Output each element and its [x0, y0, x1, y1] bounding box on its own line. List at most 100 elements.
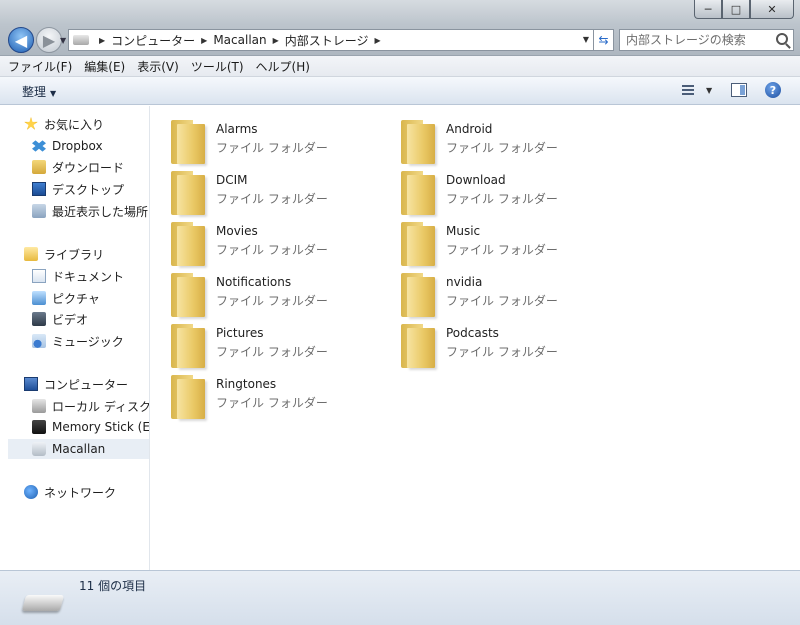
details-pane: 11 個の項目 — [0, 570, 800, 625]
folder-name: Download — [446, 173, 506, 187]
address-bar[interactable]: ▶ コンピューター ▶ Macallan ▶ 内部ストレージ ▶ ▼ — [68, 29, 594, 51]
menu-file[interactable]: ファイル(F) — [8, 58, 72, 75]
item-count: 11 個の項目 — [79, 579, 147, 593]
device-icon — [73, 35, 89, 45]
organize-label: 整理 — [22, 85, 47, 99]
folder-type: ファイル フォルダー — [216, 345, 328, 359]
folder-type: ファイル フォルダー — [216, 192, 328, 206]
sidebar-item-macallan[interactable]: Macallan — [8, 439, 149, 459]
sidebar-label: ドキュメント — [52, 269, 125, 284]
sidebar-libraries[interactable]: ライブラリ — [24, 244, 104, 264]
navigation-pane: お気に入り Dropbox ダウンロード デスクトップ 最近表示した場所 ライブ… — [8, 106, 150, 570]
window-title-bar: ─ □ ✕ ◀ ▶ ▼ ▶ コンピューター ▶ Macallan ▶ 内部ストレ… — [0, 0, 800, 56]
folder-item-alarms[interactable]: Alarms ファイル フォルダー — [151, 114, 371, 164]
sidebar-label: ビデオ — [52, 312, 89, 327]
menu-bar: ファイル(F) 編集(E) 表示(V) ツール(T) ヘルプ(H) — [0, 56, 800, 77]
folder-icon — [401, 273, 437, 317]
refresh-button[interactable]: ⇆ — [594, 29, 614, 51]
sidebar-item-dropbox[interactable]: Dropbox — [32, 136, 103, 156]
history-dropdown-icon[interactable]: ▼ — [60, 36, 66, 45]
star-icon — [24, 117, 38, 130]
folder-type: ファイル フォルダー — [446, 294, 558, 308]
pictures-icon — [32, 291, 46, 305]
sidebar-label: お気に入り — [44, 117, 105, 132]
folder-icon — [171, 324, 207, 368]
folder-item-pictures[interactable]: Pictures ファイル フォルダー — [151, 318, 371, 368]
search-icon[interactable] — [776, 33, 788, 45]
memory-stick-icon — [32, 420, 46, 434]
folder-icon — [171, 273, 207, 317]
sidebar-item-videos[interactable]: ビデオ — [32, 309, 88, 329]
breadcrumb-internal-storage[interactable]: 内部ストレージ — [285, 32, 369, 49]
breadcrumb-macallan[interactable]: Macallan — [213, 33, 266, 47]
minimize-button[interactable]: ─ — [694, 0, 722, 19]
sidebar-item-local-disk[interactable]: ローカル ディスク ( — [32, 396, 150, 416]
folder-item-download[interactable]: Download ファイル フォルダー — [381, 165, 601, 215]
change-view-icon[interactable] — [682, 83, 698, 97]
maximize-button[interactable]: □ — [722, 0, 750, 19]
folder-item-dcim[interactable]: DCIM ファイル フォルダー — [151, 165, 371, 215]
folder-name: Movies — [216, 224, 258, 238]
sidebar-label: ローカル ディスク ( — [52, 399, 150, 414]
sidebar-computer[interactable]: コンピューター — [24, 374, 128, 394]
folder-name: Music — [446, 224, 481, 238]
chevron-right-icon[interactable]: ▶ — [99, 36, 105, 45]
window-controls: ─ □ ✕ — [694, 0, 794, 19]
folder-item-music[interactable]: Music ファイル フォルダー — [381, 216, 601, 266]
dropbox-icon — [32, 140, 46, 152]
folder-icon — [171, 375, 207, 419]
help-icon[interactable]: ? — [765, 82, 781, 98]
sidebar-label: ダウンロード — [52, 160, 125, 175]
search-box[interactable] — [619, 29, 794, 51]
preview-pane-icon[interactable] — [731, 83, 747, 97]
folder-item-ringtones[interactable]: Ringtones ファイル フォルダー — [151, 369, 371, 419]
folder-item-android[interactable]: Android ファイル フォルダー — [381, 114, 601, 164]
local-disk-icon — [32, 399, 46, 413]
back-button[interactable]: ◀ — [8, 27, 34, 53]
recent-places-icon — [32, 204, 46, 218]
sidebar-network[interactable]: ネットワーク — [24, 482, 116, 502]
folder-name: Podcasts — [446, 326, 499, 340]
folder-item-movies[interactable]: Movies ファイル フォルダー — [151, 216, 371, 266]
search-input[interactable] — [626, 33, 771, 47]
sidebar-label: ミュージック — [52, 334, 124, 349]
folder-item-notifications[interactable]: Notifications ファイル フォルダー — [151, 267, 371, 317]
chevron-right-icon[interactable]: ▶ — [201, 36, 207, 45]
sidebar-item-downloads[interactable]: ダウンロード — [32, 157, 124, 177]
view-dropdown-icon[interactable]: ▼ — [706, 86, 712, 95]
folder-type: ファイル フォルダー — [446, 345, 558, 359]
menu-tools[interactable]: ツール(T) — [191, 58, 244, 75]
sidebar-item-documents[interactable]: ドキュメント — [32, 266, 124, 286]
chevron-right-icon[interactable]: ▶ — [375, 36, 381, 45]
folder-name: nvidia — [446, 275, 483, 289]
folder-item-nvidia[interactable]: nvidia ファイル フォルダー — [381, 267, 601, 317]
chevron-right-icon[interactable]: ▶ — [273, 36, 279, 45]
menu-view[interactable]: 表示(V) — [137, 58, 179, 75]
folder-item-podcasts[interactable]: Podcasts ファイル フォルダー — [381, 318, 601, 368]
folder-name: Notifications — [216, 275, 292, 289]
sidebar-item-pictures[interactable]: ピクチャ — [32, 288, 100, 308]
sidebar-item-recent-places[interactable]: 最近表示した場所 — [32, 201, 148, 221]
menu-edit[interactable]: 編集(E) — [84, 58, 125, 75]
sidebar-item-music[interactable]: ミュージック — [32, 331, 124, 351]
sidebar-favorites[interactable]: お気に入り — [24, 114, 104, 134]
forward-button[interactable]: ▶ — [36, 27, 62, 53]
chevron-down-icon: ▼ — [50, 89, 57, 98]
folder-type: ファイル フォルダー — [216, 294, 328, 308]
close-button[interactable]: ✕ — [750, 0, 794, 19]
command-bar: 整理 ▼ ▼ ? — [0, 77, 800, 105]
address-dropdown-icon[interactable]: ▼ — [583, 35, 589, 44]
sidebar-label: Memory Stick (E:) — [52, 420, 150, 434]
sidebar-item-memory-stick[interactable]: Memory Stick (E:) — [32, 417, 150, 437]
menu-help[interactable]: ヘルプ(H) — [256, 58, 310, 75]
folder-name: Pictures — [216, 326, 264, 340]
computer-icon — [24, 377, 38, 391]
breadcrumb-computer[interactable]: コンピューター — [111, 32, 195, 49]
sidebar-label: コンピューター — [44, 377, 129, 392]
organize-button[interactable]: 整理 ▼ — [22, 83, 56, 100]
sidebar-item-desktop[interactable]: デスクトップ — [32, 179, 124, 199]
sidebar-label: Macallan — [52, 442, 106, 456]
sidebar-label: デスクトップ — [52, 182, 125, 197]
folder-icon — [401, 120, 437, 164]
file-list: Alarms ファイル フォルダー Android ファイル フォルダー DCI… — [151, 106, 800, 570]
